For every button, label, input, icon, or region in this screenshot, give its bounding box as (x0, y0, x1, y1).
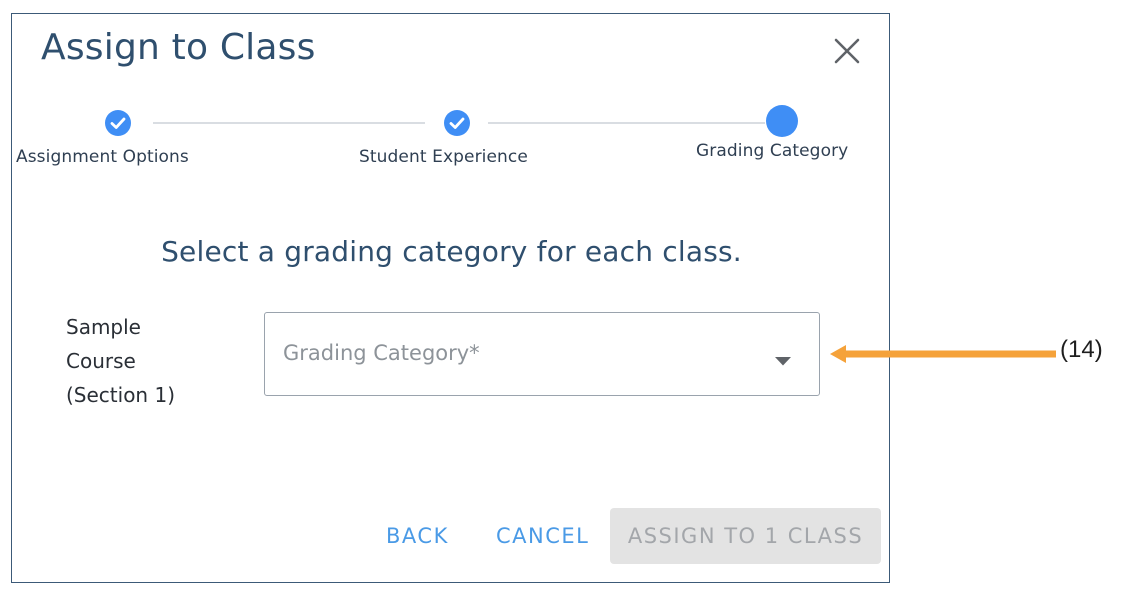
step-2-check-icon (444, 110, 470, 136)
course-name-line: Sample (66, 315, 141, 339)
back-button[interactable]: BACK (386, 524, 449, 548)
course-name: Sample Course (Section 1) (66, 310, 175, 412)
dialog-title: Assign to Class (41, 27, 316, 68)
stepper-connector-1 (153, 122, 425, 124)
assign-button[interactable]: ASSIGN TO 1 CLASS (610, 508, 881, 564)
stepper-connector-2 (488, 122, 765, 124)
step-2-label: Student Experience (359, 147, 528, 167)
course-name-line: Course (66, 349, 136, 373)
callout-number: (14) (1060, 336, 1103, 363)
assign-to-class-dialog: Assign to Class Assignment Options Stude… (11, 13, 890, 583)
step-1-label: Assignment Options (16, 147, 189, 167)
annotation-arrow (828, 342, 1058, 370)
close-icon[interactable] (830, 34, 864, 68)
cancel-button[interactable]: CANCEL (496, 524, 589, 548)
course-name-line: (Section 1) (66, 383, 175, 407)
grading-category-placeholder: Grading Category* (283, 341, 480, 365)
instruction-text: Select a grading category for each class… (161, 235, 742, 268)
step-1-check-icon (105, 110, 131, 136)
step-3-active-indicator (766, 105, 798, 137)
caret-down-icon (775, 351, 791, 370)
grading-category-select[interactable]: Grading Category* (264, 312, 820, 396)
step-3-label: Grading Category (696, 141, 849, 161)
